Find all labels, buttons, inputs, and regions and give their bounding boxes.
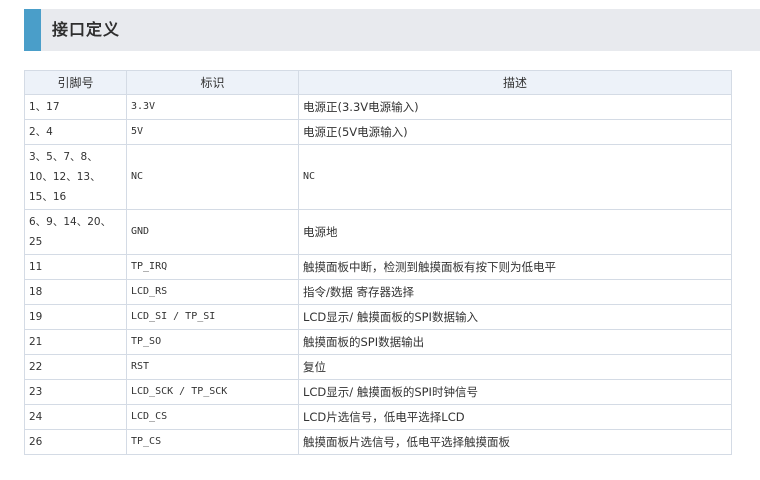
desc-cell: 电源地 (298, 209, 732, 255)
pin-cell: 2、4 (24, 119, 127, 145)
column-header-pin: 引脚号 (24, 70, 127, 95)
pin-cell: 24 (24, 404, 127, 430)
id-cell: LCD_CS (126, 404, 299, 430)
id-cell: 5V (126, 119, 299, 145)
pin-cell: 1、17 (24, 94, 127, 120)
table-row: 22 RST 复位 (24, 354, 732, 380)
desc-cell: 触摸面板片选信号，低电平选择触摸面板 (298, 429, 732, 455)
pin-cell: 19 (24, 304, 127, 330)
table-row: 21 TP_SO 触摸面板的SPI数据输出 (24, 329, 732, 355)
section-title: 接口定义 (52, 20, 121, 39)
id-cell: LCD_SCK / TP_SCK (126, 379, 299, 405)
table-header-row: 引脚号 标识 描述 (24, 70, 732, 95)
pin-cell: 6、9、14、20、 25 (24, 209, 127, 255)
table-row: 11 TP_IRQ 触摸面板中断，检测到触摸面板有按下则为低电平 (24, 254, 732, 280)
desc-cell: 触摸面板中断，检测到触摸面板有按下则为低电平 (298, 254, 732, 280)
table-row: 2、4 5V 电源正(5V电源输入) (24, 119, 732, 145)
column-header-desc: 描述 (298, 70, 732, 95)
table-row: 18 LCD_RS 指令/数据 寄存器选择 (24, 279, 732, 305)
id-cell: TP_SO (126, 329, 299, 355)
desc-cell: 复位 (298, 354, 732, 380)
id-cell: RST (126, 354, 299, 380)
table-row: 26 TP_CS 触摸面板片选信号，低电平选择触摸面板 (24, 429, 732, 455)
desc-cell: 电源正(5V电源输入) (298, 119, 732, 145)
desc-cell: NC (298, 144, 732, 210)
id-cell: 3.3V (126, 94, 299, 120)
table-row: 19 LCD_SI / TP_SI LCD显示/ 触摸面板的SPI数据输入 (24, 304, 732, 330)
desc-cell: LCD显示/ 触摸面板的SPI数据输入 (298, 304, 732, 330)
pin-definition-table: 引脚号 标识 描述 1、17 3.3V 电源正(3.3V电源输入) 2、4 5V… (24, 70, 732, 455)
desc-cell: LCD片选信号，低电平选择LCD (298, 404, 732, 430)
pin-cell: 23 (24, 379, 127, 405)
pin-cell: 11 (24, 254, 127, 280)
desc-cell: 电源正(3.3V电源输入) (298, 94, 732, 120)
section-header: 接口定义 (24, 9, 760, 51)
desc-cell: LCD显示/ 触摸面板的SPI时钟信号 (298, 379, 732, 405)
id-cell: TP_IRQ (126, 254, 299, 280)
table-row: 3、5、7、8、 10、12、13、 15、16 NC NC (24, 144, 732, 210)
column-header-id: 标识 (126, 70, 299, 95)
table-row: 23 LCD_SCK / TP_SCK LCD显示/ 触摸面板的SPI时钟信号 (24, 379, 732, 405)
pin-cell: 26 (24, 429, 127, 455)
id-cell: GND (126, 209, 299, 255)
desc-cell: 触摸面板的SPI数据输出 (298, 329, 732, 355)
desc-cell: 指令/数据 寄存器选择 (298, 279, 732, 305)
table-row: 6、9、14、20、 25 GND 电源地 (24, 209, 732, 255)
pin-cell: 18 (24, 279, 127, 305)
id-cell: NC (126, 144, 299, 210)
pin-cell: 21 (24, 329, 127, 355)
page: 接口定义 引脚号 标识 描述 1、17 3.3V 电源正(3.3V电源输入) 2… (0, 0, 760, 480)
id-cell: LCD_RS (126, 279, 299, 305)
pin-cell: 3、5、7、8、 10、12、13、 15、16 (24, 144, 127, 210)
table-row: 1、17 3.3V 电源正(3.3V电源输入) (24, 94, 732, 120)
pin-cell: 22 (24, 354, 127, 380)
table-row: 24 LCD_CS LCD片选信号，低电平选择LCD (24, 404, 732, 430)
id-cell: TP_CS (126, 429, 299, 455)
header-accent-bar (24, 9, 41, 51)
id-cell: LCD_SI / TP_SI (126, 304, 299, 330)
